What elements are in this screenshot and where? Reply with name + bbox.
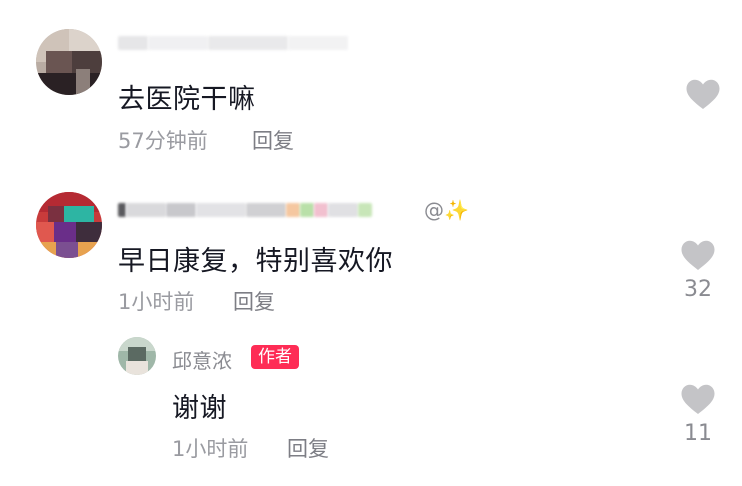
- like-button[interactable]: [683, 78, 723, 110]
- comment-time: 1小时前: [118, 290, 195, 314]
- username[interactable]: 邱意浓: [172, 345, 232, 374]
- comment-text: 早日康复，特别喜欢你: [118, 246, 393, 277]
- heart-icon: [681, 384, 715, 414]
- reply-button[interactable]: 回复: [233, 286, 275, 316]
- blurred-username[interactable]: [118, 34, 348, 52]
- avatar[interactable]: [36, 29, 102, 95]
- reply-button[interactable]: 回复: [252, 125, 294, 155]
- username-suffix[interactable]: @✨: [424, 198, 469, 222]
- like-button[interactable]: 32: [678, 239, 718, 302]
- like-button[interactable]: 11: [678, 383, 718, 446]
- like-count: 11: [684, 421, 712, 446]
- reply-item: 邱意浓 作者 谢谢 1小时前 回复 11: [0, 325, 742, 486]
- avatar[interactable]: [118, 337, 156, 375]
- blurred-username[interactable]: [118, 201, 372, 219]
- avatar[interactable]: [36, 192, 102, 258]
- comment-time: 1小时前: [172, 437, 249, 461]
- heart-icon: [681, 240, 715, 270]
- comment-text: 谢谢: [172, 393, 227, 424]
- like-count: 32: [684, 277, 712, 302]
- comment-item: 去医院干嘛 57分钟前 回复: [0, 0, 742, 165]
- comment-time: 57分钟前: [118, 129, 208, 153]
- author-badge: 作者: [251, 345, 299, 369]
- comment-text: 去医院干嘛: [118, 84, 256, 115]
- comment-item: @✨ 早日康复，特别喜欢你 1小时前 回复 32: [0, 165, 742, 325]
- heart-icon: [686, 79, 720, 109]
- reply-button[interactable]: 回复: [287, 433, 329, 463]
